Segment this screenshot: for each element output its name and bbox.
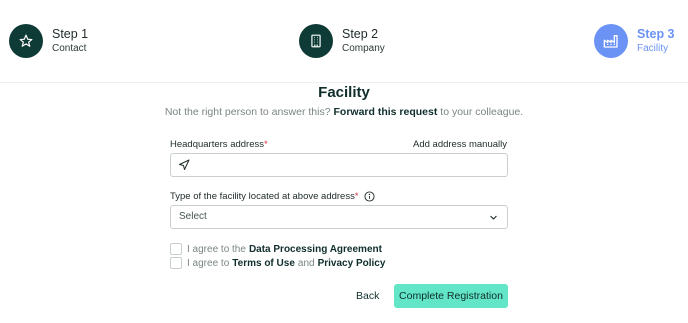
address-input[interactable] (197, 154, 501, 178)
step-2-circle (299, 24, 333, 58)
step-2-title: Step 2 (342, 27, 379, 42)
factory-icon (603, 35, 618, 48)
info-icon[interactable] (364, 191, 375, 202)
terms-and: and (297, 257, 315, 269)
registration-stepper: Step 1 Contact Step 2 Company Step 3 Fac… (0, 0, 688, 83)
terms-of-use-link[interactable]: Terms of Use (232, 258, 295, 269)
page-title: Facility (318, 84, 370, 101)
address-label: Headquarters address* (170, 139, 268, 150)
terms-agreement-row: I agree to Terms of Use and Privacy Poli… (170, 257, 385, 269)
step-1[interactable]: Step 1 Contact (9, 24, 88, 58)
step-3[interactable]: Step 3 Facility (594, 24, 675, 58)
dpa-agreement-row: I agree to the Data Processing Agreement (170, 243, 382, 255)
dpa-link[interactable]: Data Processing Agreement (249, 244, 382, 255)
terms-checkbox[interactable] (170, 257, 182, 269)
step-1-circle (9, 24, 43, 58)
chevron-down-icon (490, 215, 497, 220)
step-2[interactable]: Step 2 Company (299, 24, 385, 58)
dpa-checkbox[interactable] (170, 243, 182, 255)
facility-type-label-text: Type of the facility located at above ad… (170, 191, 355, 203)
navigation-arrow-icon (179, 159, 190, 170)
step-2-subtitle: Company (342, 43, 385, 55)
dpa-prefix: I agree to the (187, 243, 246, 255)
address-required-mark: * (264, 139, 268, 150)
facility-type-required-mark: * (354, 191, 359, 203)
address-label-text: Headquarters address (170, 139, 264, 150)
forward-prefix: Not the right person to answer this? (164, 106, 331, 118)
building-icon (311, 34, 321, 48)
address-field[interactable] (170, 153, 508, 178)
step-3-title: Step 3 (637, 27, 675, 42)
step-3-subtitle: Facility (637, 43, 669, 55)
terms-prefix: I agree to (187, 257, 230, 269)
forward-suffix: to your colleague. (440, 106, 524, 118)
back-button[interactable]: Back (356, 290, 379, 302)
facility-type-label: Type of the facility located at above ad… (170, 191, 375, 202)
step-3-circle (594, 24, 628, 58)
facility-type-selected-value: Select (179, 211, 207, 222)
privacy-policy-link[interactable]: Privacy Policy (318, 258, 386, 269)
star-icon (19, 34, 33, 47)
complete-registration-button[interactable]: Complete Registration (394, 284, 508, 308)
facility-type-select[interactable]: Select (170, 205, 508, 229)
forward-request-line: Not the right person to answer this? For… (0, 106, 688, 118)
add-address-manually-link[interactable]: Add address manually (413, 139, 507, 150)
step-1-subtitle: Contact (52, 43, 87, 55)
step-1-title: Step 1 (52, 27, 89, 42)
forward-request-link[interactable]: Forward this request (334, 106, 438, 118)
